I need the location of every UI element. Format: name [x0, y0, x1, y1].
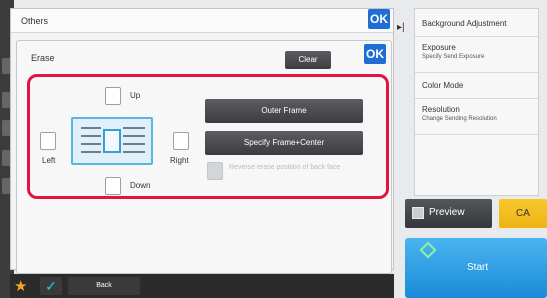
ca-button[interactable]: CA: [499, 199, 547, 228]
menu-item-sublabel: Specify Send Exposure: [422, 54, 485, 60]
preview-label: Preview: [429, 207, 465, 218]
others-title: Others: [21, 16, 49, 26]
screen: Others OK ▸| Erase Clear Up Left Right D…: [0, 0, 547, 298]
preview-icon: [412, 207, 424, 219]
right-checkbox[interactable]: [173, 132, 189, 150]
reverse-erase-label: Reverse erase position of back face: [229, 164, 341, 171]
page-preview-icon: [71, 117, 153, 165]
start-button[interactable]: Start: [405, 238, 547, 298]
erase-title: Erase: [31, 53, 55, 63]
menu-item-sublabel: Change Sending Resolution: [422, 116, 497, 122]
menu-item-label: Exposure: [422, 43, 456, 52]
menu-item-color-mode[interactable]: Color Mode: [415, 73, 538, 99]
check-icon[interactable]: ✓: [40, 277, 62, 295]
menu-item-label: Background Adjustment: [422, 19, 507, 28]
specify-frame-center-button[interactable]: Specify Frame+Center: [205, 131, 363, 155]
start-icon: [419, 241, 437, 259]
star-icon[interactable]: ★: [14, 277, 27, 295]
erase-panel: Erase Clear Up Left Right Down Outer Fra…: [16, 40, 392, 274]
others-header: Others: [11, 9, 393, 33]
erase-options-highlight: Up Left Right Down Outer Frame Specify F…: [27, 74, 389, 199]
down-checkbox[interactable]: [105, 177, 121, 195]
up-label: Up: [130, 91, 141, 100]
expand-arrow-icon[interactable]: ▸|: [397, 22, 405, 33]
bottom-bar: ★ ✓ Back: [10, 274, 394, 298]
up-checkbox[interactable]: [105, 87, 121, 105]
erase-ok-button[interactable]: OK: [364, 44, 386, 64]
right-settings-panel: Background Adjustment Exposure Specify S…: [414, 8, 539, 196]
right-label: Right: [170, 156, 189, 165]
left-label: Left: [42, 156, 56, 165]
outer-frame-button[interactable]: Outer Frame: [205, 99, 363, 123]
others-ok-button[interactable]: OK: [368, 9, 390, 29]
left-checkbox[interactable]: [40, 132, 56, 150]
reverse-erase-checkbox[interactable]: [207, 162, 223, 180]
clear-button[interactable]: Clear: [285, 51, 331, 69]
menu-item-resolution[interactable]: Resolution Change Sending Resolution: [415, 99, 538, 135]
menu-item-background-adjustment[interactable]: Background Adjustment: [415, 9, 538, 37]
menu-item-label: Color Mode: [422, 81, 464, 90]
back-button[interactable]: Back: [68, 277, 140, 295]
menu-item-label: Resolution: [422, 105, 460, 114]
menu-item-exposure[interactable]: Exposure Specify Send Exposure: [415, 37, 538, 73]
down-label: Down: [130, 181, 151, 190]
preview-button[interactable]: Preview: [405, 199, 492, 228]
center-frame-icon: [103, 129, 121, 153]
start-label: Start: [467, 262, 489, 273]
